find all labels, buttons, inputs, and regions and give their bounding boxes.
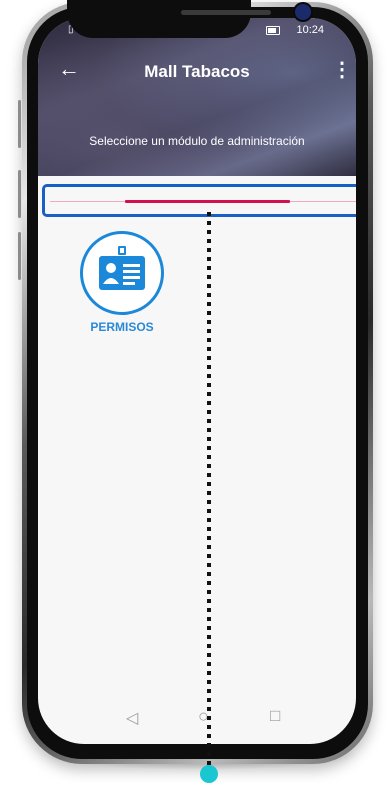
more-vert-icon[interactable]: ⋮ (332, 60, 352, 82)
progress-bar (125, 200, 290, 203)
speaker (181, 10, 271, 15)
module-permisos[interactable]: PERMISOS (76, 231, 172, 341)
app-header: ▯ ≋ ⚠ 10:24 ← Mall Tabacos ⋮ Seleccione … (38, 18, 356, 176)
dotted-connector (207, 212, 211, 772)
phone-notch (67, 0, 311, 38)
battery-icon (266, 26, 280, 35)
loading-indicator (42, 184, 356, 217)
marker-dot (200, 765, 218, 783)
status-time: 10:24 (296, 24, 324, 36)
volume-button (18, 170, 21, 218)
phone-screen: ▯ ≋ ⚠ 10:24 ← Mall Tabacos ⋮ Seleccione … (38, 18, 356, 744)
nav-back-icon[interactable]: ◁ (126, 708, 138, 728)
page-title: Mall Tabacos (144, 62, 250, 81)
module-label: PERMISOS (90, 320, 154, 334)
power-button (18, 232, 21, 280)
volume-button (18, 100, 21, 148)
camera-icon (295, 4, 311, 20)
page-subtitle: Seleccione un módulo de administración (89, 134, 305, 148)
id-card-icon (80, 231, 164, 315)
nav-recents-icon[interactable]: □ (270, 706, 280, 726)
